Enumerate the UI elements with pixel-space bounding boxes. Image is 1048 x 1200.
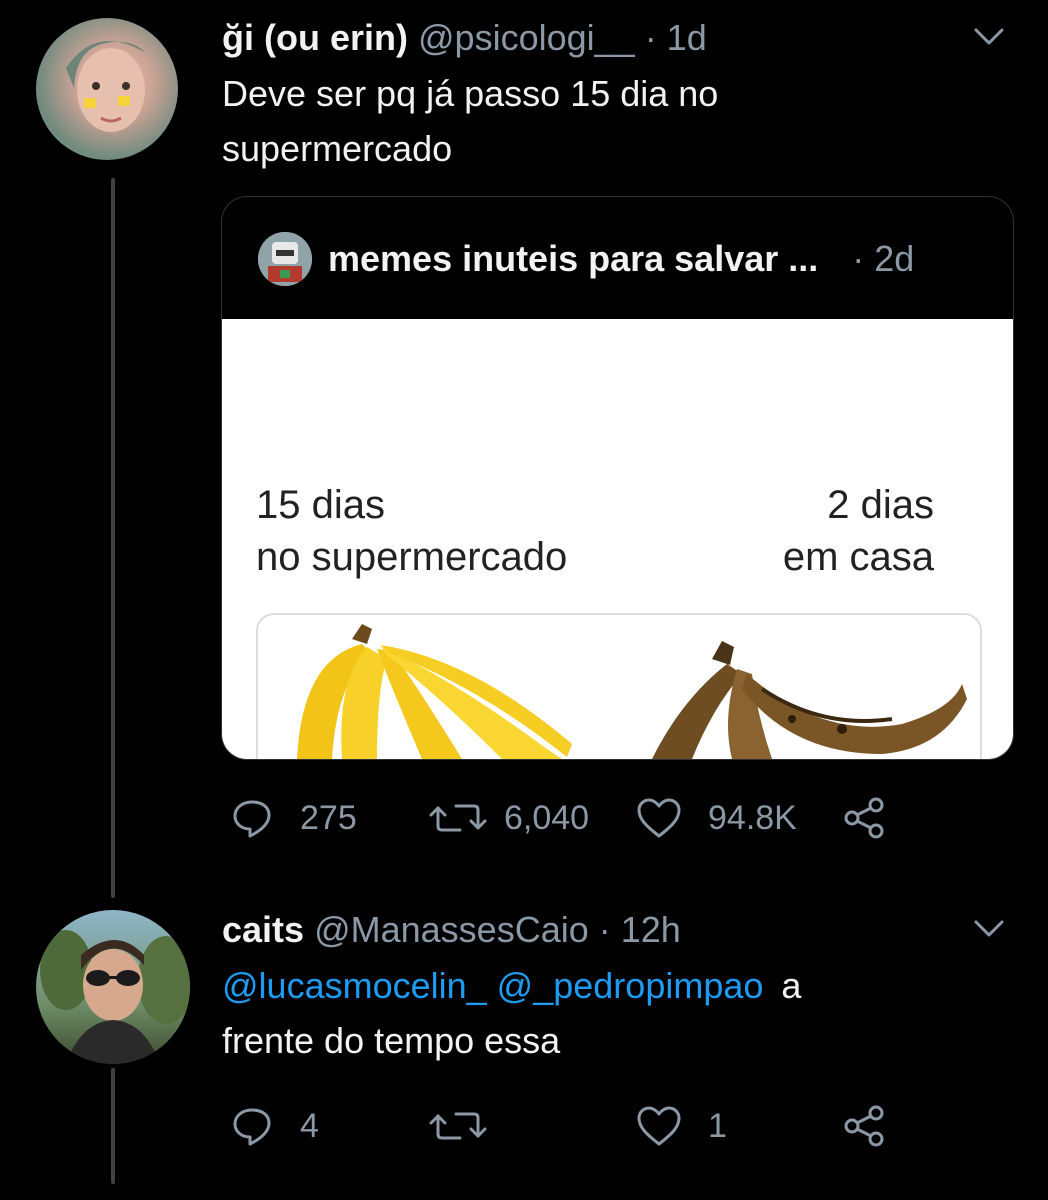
fresh-banana-image bbox=[297, 624, 572, 759]
chevron-down-icon[interactable] bbox=[972, 20, 1006, 54]
thread-line-top bbox=[111, 178, 115, 898]
like-count: 94.8K bbox=[708, 798, 797, 837]
tweet-text: Deve ser pq já passo 15 dia no supermerc… bbox=[222, 66, 718, 176]
share-icon[interactable] bbox=[842, 796, 888, 840]
tweet-header: ği (ou erin) @psicologi__ · 1d bbox=[222, 18, 707, 58]
timestamp[interactable]: · 1d bbox=[645, 17, 707, 58]
meme-left-caption: 15 dias no supermercado bbox=[256, 479, 567, 583]
timestamp[interactable]: · 12h bbox=[599, 909, 681, 950]
quoted-tweet[interactable]: memes inuteis para salvar ... · 2d 15 di… bbox=[221, 196, 1014, 760]
quote-display-name: memes inuteis para salvar ... bbox=[328, 238, 819, 279]
tweet-text-inline: a bbox=[781, 965, 802, 1006]
retweet-button[interactable]: 6,040 bbox=[428, 796, 589, 840]
like-button[interactable]: 94.8K bbox=[636, 796, 797, 840]
rotten-banana-image bbox=[652, 641, 967, 759]
tweet-text-line: Deve ser pq já passo 15 dia no bbox=[222, 73, 719, 114]
like-button[interactable]: 1 bbox=[636, 1104, 727, 1148]
tweet-text-line: supermercado bbox=[222, 128, 453, 169]
quote-avatar bbox=[258, 232, 312, 286]
meme-left-line: 15 dias bbox=[256, 483, 385, 527]
tweet-header: caits @ManassesCaio · 12h bbox=[222, 910, 681, 950]
retweet-icon bbox=[429, 1112, 487, 1140]
reply-count: 4 bbox=[300, 1106, 319, 1145]
share-icon[interactable] bbox=[842, 1104, 888, 1148]
avatar[interactable] bbox=[36, 18, 178, 160]
quote-avatar-image bbox=[258, 232, 312, 286]
quote-timestamp: · 2d bbox=[852, 238, 915, 279]
like-count: 1 bbox=[708, 1106, 727, 1145]
retweet-count: 6,040 bbox=[504, 798, 590, 837]
thread-line-bottom bbox=[111, 1068, 115, 1184]
display-name[interactable]: ği (ou erin) bbox=[222, 17, 408, 58]
reply-button[interactable]: 4 bbox=[230, 1104, 319, 1148]
like-icon bbox=[637, 1106, 681, 1146]
reply-count: 275 bbox=[300, 798, 357, 837]
quote-header: memes inuteis para salvar ... · 2d bbox=[328, 239, 914, 279]
mention-link[interactable]: @_pedropimpao bbox=[497, 965, 764, 1006]
retweet-icon bbox=[429, 804, 487, 832]
avatar[interactable] bbox=[36, 910, 190, 1064]
meme-right-line: 2 dias bbox=[827, 483, 934, 527]
tweet-text: @lucasmocelin_ @_pedropimpao a frente do… bbox=[222, 958, 801, 1068]
meme-right-caption: 2 dias em casa bbox=[754, 479, 934, 583]
reply-icon bbox=[233, 1108, 271, 1146]
user-handle[interactable]: @psicologi__ bbox=[418, 17, 635, 58]
avatar-image bbox=[66, 41, 146, 132]
meme-right-line: em casa bbox=[782, 535, 934, 579]
reply-button[interactable]: 275 bbox=[230, 796, 357, 840]
meme-left-line: no supermercado bbox=[256, 535, 568, 579]
mention-link[interactable]: @lucasmocelin_ bbox=[222, 965, 487, 1006]
display-name[interactable]: caits bbox=[222, 909, 304, 950]
user-handle[interactable]: @ManassesCaio bbox=[314, 909, 589, 950]
avatar-image bbox=[40, 930, 190, 1064]
meme-image[interactable]: 15 dias no supermercado 2 dias em casa bbox=[222, 319, 1013, 759]
tweet-text-line: frente do tempo essa bbox=[222, 1020, 561, 1061]
retweet-button[interactable] bbox=[428, 1104, 504, 1148]
like-icon bbox=[637, 798, 681, 838]
reply-icon bbox=[233, 800, 271, 838]
chevron-down-icon[interactable] bbox=[972, 912, 1006, 946]
tweet-text-line: @lucasmocelin_ @_pedropimpao a bbox=[222, 958, 801, 1013]
